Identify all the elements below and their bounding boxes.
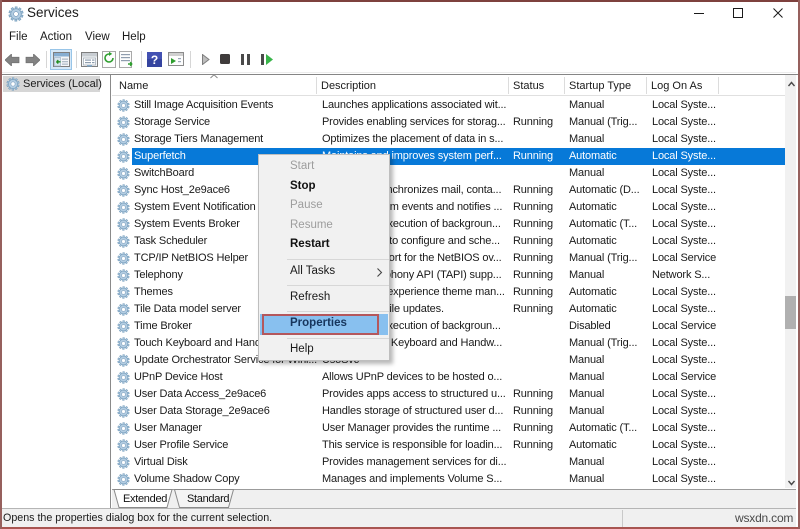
- svg-text:?: ?: [151, 53, 158, 67]
